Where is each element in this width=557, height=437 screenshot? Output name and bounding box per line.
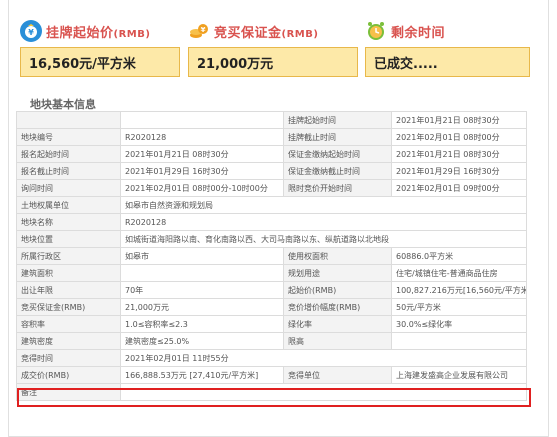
field-value: 如城街道海阳路以南、育化南路以西、大司马南路以东、纵航道路以北地段	[120, 230, 527, 248]
field-label: 限高	[283, 332, 392, 350]
field-value: 2021年01月21日 08时30分	[391, 111, 527, 129]
field-label: 保证金缴纳截止时间	[283, 162, 392, 180]
land-info-table: 挂牌起始时间 2021年01月21日 08时30分 地块编号 R2020128 挂牌截止…	[16, 111, 527, 401]
field-label: 成交价(RMB)	[16, 366, 121, 384]
table-row: 地块编号 R2020128 挂牌截止时间 2021年02月01日 08时00分	[16, 128, 527, 146]
time-left-value: 已成交.....	[365, 47, 530, 77]
field-value: 建筑密度≤25.0%	[120, 332, 284, 350]
field-value: 100,827.216万元[16,560元/平方米]	[391, 281, 527, 299]
svg-text:¥: ¥	[201, 26, 206, 34]
field-label: 所属行政区	[16, 247, 121, 265]
field-value	[120, 383, 527, 401]
svg-text:¥: ¥	[28, 28, 34, 37]
table-row: 竞得时间 2021年02月01日 11时55分	[16, 349, 527, 367]
field-value: 2021年01月21日 08时30分	[391, 145, 527, 163]
field-value: 2021年01月29日 16时30分	[391, 162, 527, 180]
field-label: 挂牌起始时间	[283, 111, 392, 129]
deposit-label: 竞买保证金(RMB)	[214, 25, 319, 41]
field-value: 50元/平方米	[391, 298, 527, 316]
table-row: 地块名称 R2020128	[16, 213, 527, 231]
time-left-card: 剩余时间 已成交.....	[365, 18, 530, 77]
field-label: 使用权面积	[283, 247, 392, 265]
table-row: 建筑密度 建筑密度≤25.0% 限高	[16, 332, 527, 350]
field-label: 限时竞价开始时间	[283, 179, 392, 197]
field-label	[16, 111, 121, 129]
field-value	[120, 264, 284, 282]
field-label: 询问时间	[16, 179, 121, 197]
field-label: 规划用途	[283, 264, 392, 282]
table-row: 成交价(RMB) 166,888.53万元 [27,410元/平方米] 竞得单位 上海…	[16, 366, 527, 384]
field-value: 1.0≤容积率≤2.3	[120, 315, 284, 333]
field-label: 绿化率	[283, 315, 392, 333]
field-label: 建筑面积	[16, 264, 121, 282]
field-value: 2021年01月29日 16时30分	[120, 162, 284, 180]
field-label: 出让年限	[16, 281, 121, 299]
start-price-card: ¥ 挂牌起始价(RMB) 16,560元/平方米	[20, 18, 180, 77]
field-label: 挂牌截止时间	[283, 128, 392, 146]
field-value: 如皋市自然资源和规划局	[120, 196, 527, 214]
coins-icon: ¥	[188, 20, 210, 42]
field-value: R2020128	[120, 213, 527, 231]
table-row: 容积率 1.0≤容积率≤2.3 绿化率 30.0%≤绿化率	[16, 315, 527, 333]
field-value	[391, 332, 527, 350]
field-label: 竞买保证金(RMB)	[16, 298, 121, 316]
table-row: 报名起始时间 2021年01月21日 08时30分 保证金缴纳起始时间 2021年01…	[16, 145, 527, 163]
table-row: 报名截止时间 2021年01月29日 16时30分 保证金缴纳截止时间 2021年01…	[16, 162, 527, 180]
field-value: 住宅/城镇住宅-普通商品住房	[391, 264, 527, 282]
field-label: 备注	[16, 383, 121, 401]
table-row: 竞买保证金(RMB) 21,000万元 竞价增价幅度(RMB) 50元/平方米	[16, 298, 527, 316]
table-row: 土地权属单位 如皋市自然资源和规划局	[16, 196, 527, 214]
table-row: 挂牌起始时间 2021年01月21日 08时30分	[16, 111, 527, 129]
field-label: 保证金缴纳起始时间	[283, 145, 392, 163]
start-price-label: 挂牌起始价(RMB)	[46, 25, 151, 41]
money-bag-icon: ¥	[20, 20, 42, 42]
field-label: 竞得单位	[283, 366, 392, 384]
field-value: 2021年01月21日 08时30分	[120, 145, 284, 163]
table-row: 询问时间 2021年02月01日 08时00分-10时00分 限时竞价开始时间 202…	[16, 179, 527, 197]
table-row: 建筑面积 规划用途 住宅/城镇住宅-普通商品住房	[16, 264, 527, 282]
field-label: 竞价增价幅度(RMB)	[283, 298, 392, 316]
field-value: 166,888.53万元 [27,410元/平方米]	[120, 366, 284, 384]
field-label: 竞得时间	[16, 349, 121, 367]
field-label: 土地权属单位	[16, 196, 121, 214]
field-label: 报名起始时间	[16, 145, 121, 163]
table-row: 所属行政区 如皋市 使用权面积 60886.0平方米	[16, 247, 527, 265]
field-value: 2021年02月01日 08时00分	[391, 128, 527, 146]
field-value	[120, 111, 284, 129]
table-row: 地块位置 如城街道海阳路以南、育化南路以西、大司马南路以东、纵航道路以北地段	[16, 230, 527, 248]
field-value: 30.0%≤绿化率	[391, 315, 527, 333]
field-label: 起始价(RMB)	[283, 281, 392, 299]
table-row: 备注	[16, 383, 527, 401]
field-value: 21,000万元	[120, 298, 284, 316]
table-row: 出让年限 70年 起始价(RMB) 100,827.216万元[16,560元/平方米…	[16, 281, 527, 299]
field-value: 2021年02月01日 09时00分	[391, 179, 527, 197]
field-value: R2020128	[120, 128, 284, 146]
field-value: 上海建发盛高企业发展有限公司	[391, 366, 527, 384]
field-value: 60886.0平方米	[391, 247, 527, 265]
field-label: 容积率	[16, 315, 121, 333]
field-label: 地块编号	[16, 128, 121, 146]
summary-cards: ¥ 挂牌起始价(RMB) 16,560元/平方米 ¥ 竞买保证金(RMB) 21…	[20, 18, 540, 88]
field-value: 2021年02月01日 08时00分-10时00分	[120, 179, 284, 197]
field-label: 地块位置	[16, 230, 121, 248]
alarm-clock-icon	[365, 20, 387, 42]
section-title: 地块基本信息	[30, 98, 96, 111]
start-price-value: 16,560元/平方米	[20, 47, 180, 77]
time-left-label: 剩余时间	[391, 25, 446, 41]
field-value: 70年	[120, 281, 284, 299]
deposit-value: 21,000万元	[188, 47, 358, 77]
deposit-card: ¥ 竞买保证金(RMB) 21,000万元	[188, 18, 358, 77]
field-label: 地块名称	[16, 213, 121, 231]
field-label: 建筑密度	[16, 332, 121, 350]
field-value: 2021年02月01日 11时55分	[120, 349, 527, 367]
field-value: 如皋市	[120, 247, 284, 265]
field-label: 报名截止时间	[16, 162, 121, 180]
